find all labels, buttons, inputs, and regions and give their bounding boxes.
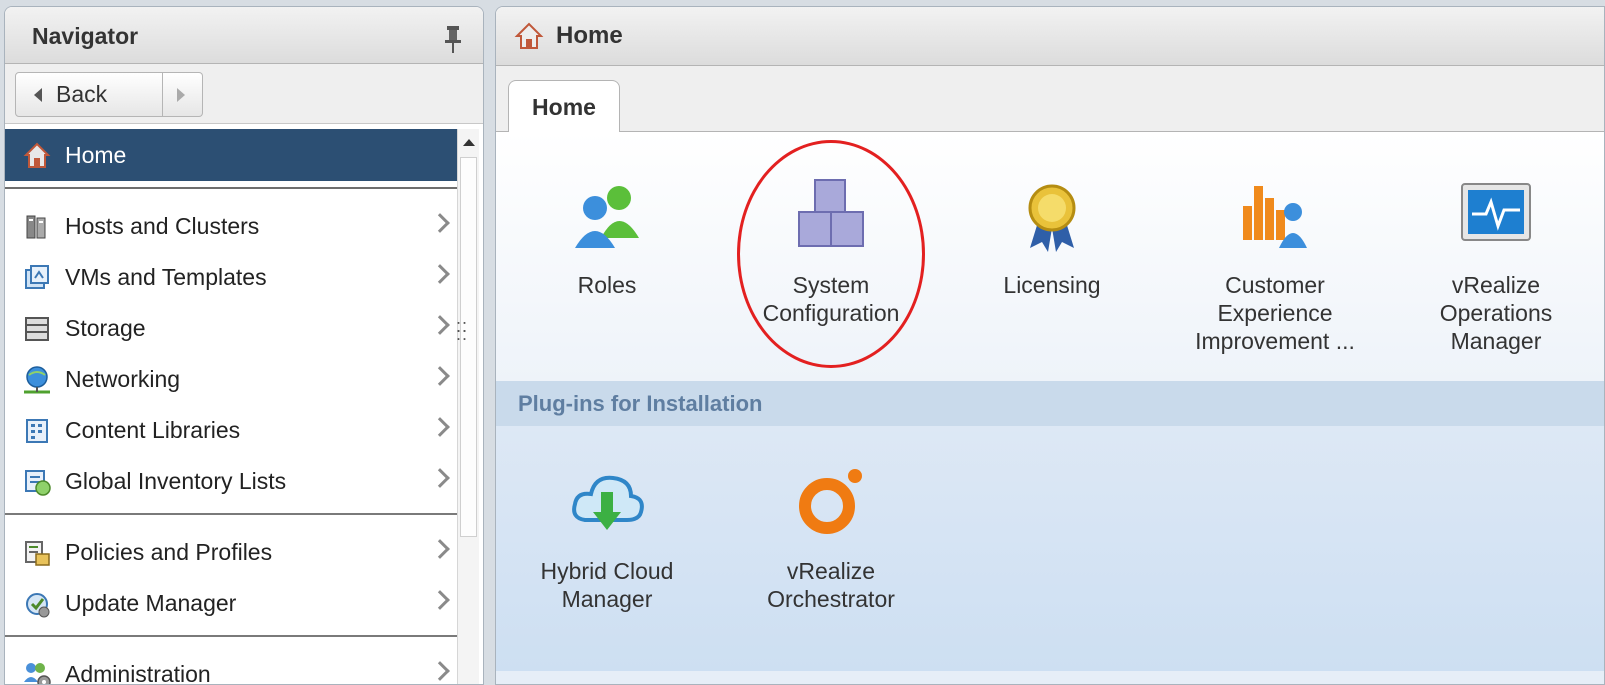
pin-icon[interactable]: [442, 24, 464, 54]
tile-system-configuration[interactable]: System Configuration: [726, 176, 936, 327]
tile-vrealize-orchestrator[interactable]: vRealize Orchestrator: [726, 462, 936, 613]
main-panel: Home Home Roles System Configuration Lic…: [495, 6, 1605, 685]
nav-item-label: Administration: [65, 661, 211, 685]
back-button-label: Back: [56, 81, 108, 107]
nav-item-label: Storage: [65, 315, 146, 341]
storage-icon: [21, 313, 53, 345]
administration-icon: [21, 659, 53, 684]
navigator-header: Navigator: [5, 7, 483, 64]
chevron-right-icon: [430, 315, 450, 335]
divider: [5, 187, 457, 201]
content-libraries-icon: [21, 415, 53, 447]
plugins-title: Plug-ins for Installation: [518, 390, 763, 416]
divider: [5, 513, 457, 527]
navigator-title: Navigator: [32, 23, 139, 49]
vrealize-operations-icon: [1461, 183, 1531, 241]
nav-item-label: VMs and Templates: [65, 264, 267, 290]
global-inventory-icon: [21, 466, 53, 498]
navigator-scrollbar[interactable]: [457, 129, 479, 684]
nav-item-label: Update Manager: [65, 590, 237, 616]
chevron-right-icon: [430, 661, 450, 681]
hosts-clusters-icon: [21, 211, 53, 243]
nav-item-policies-profiles[interactable]: Policies and Profiles: [5, 527, 457, 578]
nav-item-networking[interactable]: Networking: [5, 354, 457, 405]
scroll-up-icon[interactable]: [463, 139, 475, 146]
nav-item-label: Global Inventory Lists: [65, 468, 287, 494]
nav-item-storage[interactable]: Storage: [5, 303, 457, 354]
divider: [5, 635, 457, 649]
nav-item-label: Policies and Profiles: [65, 539, 273, 565]
chevron-right-icon: [430, 539, 450, 559]
vrealize-orchestrator-icon: [799, 469, 862, 534]
nav-item-label: Home: [65, 141, 127, 168]
licensing-icon: [1028, 184, 1076, 252]
nav-item-label: Hosts and Clusters: [65, 213, 260, 239]
nav-item-global-inventory[interactable]: Global Inventory Lists: [5, 456, 457, 507]
tile-roles[interactable]: Roles: [502, 176, 712, 299]
tile-vrealize-operations[interactable]: vRealize Operations Manager: [1391, 176, 1601, 355]
home-icon: [514, 22, 544, 49]
page-title: Home: [556, 22, 623, 49]
nav-item-label: Networking: [65, 366, 181, 392]
nav-item-label: Content Libraries: [65, 417, 241, 443]
chevron-right-icon: [430, 366, 450, 386]
tab-home[interactable]: Home: [508, 80, 620, 133]
splitter-grip-icon[interactable]: ::::: [456, 317, 468, 343]
scroll-thumb[interactable]: [460, 157, 477, 537]
tile-hybrid-cloud-manager[interactable]: Hybrid Cloud Manager: [502, 462, 712, 613]
back-button[interactable]: Back: [15, 72, 163, 117]
hybrid-cloud-icon: [572, 475, 644, 530]
chevron-right-icon: [430, 417, 450, 437]
navigator-panel: Navigator Back Home Hosts and Clusters V…: [4, 6, 484, 685]
chevron-right-icon: [430, 590, 450, 610]
nav-item-hosts-clusters[interactable]: Hosts and Clusters: [5, 201, 457, 252]
navigator-list: Home Hosts and Clusters VMs and Template…: [5, 129, 457, 685]
chevron-right-icon: [430, 213, 450, 233]
tile-label: Customer Experience Improvement ...: [1195, 272, 1355, 354]
home-icon: [21, 139, 53, 171]
tile-label: Hybrid Cloud Manager: [540, 558, 674, 612]
update-manager-icon: [21, 588, 53, 620]
chevron-right-icon: [430, 468, 450, 488]
tile-label: vRealize Orchestrator: [767, 558, 895, 612]
tile-licensing[interactable]: Licensing: [947, 176, 1157, 299]
tile-customer-experience[interactable]: Customer Experience Improvement ...: [1170, 176, 1380, 355]
back-forward-bar: Back: [5, 64, 483, 124]
chevron-right-icon: [430, 264, 450, 284]
system-configuration-icon: [798, 179, 864, 247]
nav-item-vms-templates[interactable]: VMs and Templates: [5, 252, 457, 303]
nav-item-update-manager[interactable]: Update Manager: [5, 578, 457, 629]
nav-item-administration[interactable]: Administration: [5, 649, 457, 685]
forward-button[interactable]: [163, 72, 203, 117]
plugins-section-header: Plug-ins for Installation: [496, 381, 1604, 426]
back-arrow-icon: [34, 87, 42, 102]
nav-item-home[interactable]: Home: [5, 129, 457, 181]
tab-strip: Home: [496, 66, 1604, 133]
tile-label: vRealize Operations Manager: [1439, 272, 1553, 354]
roles-icon: [575, 186, 639, 248]
home-content: Roles System Configuration Licensing Cus…: [496, 132, 1604, 684]
customer-experience-icon: [1243, 186, 1307, 248]
tile-label: System Configuration: [762, 272, 900, 326]
tile-label: Licensing: [1003, 272, 1101, 298]
forward-arrow-icon: [177, 88, 185, 102]
nav-item-content-libraries[interactable]: Content Libraries: [5, 405, 457, 456]
main-header: Home: [496, 7, 1604, 66]
networking-icon: [21, 364, 53, 396]
policies-profiles-icon: [21, 537, 53, 569]
tile-label: Roles: [577, 272, 637, 298]
vms-templates-icon: [21, 262, 53, 294]
